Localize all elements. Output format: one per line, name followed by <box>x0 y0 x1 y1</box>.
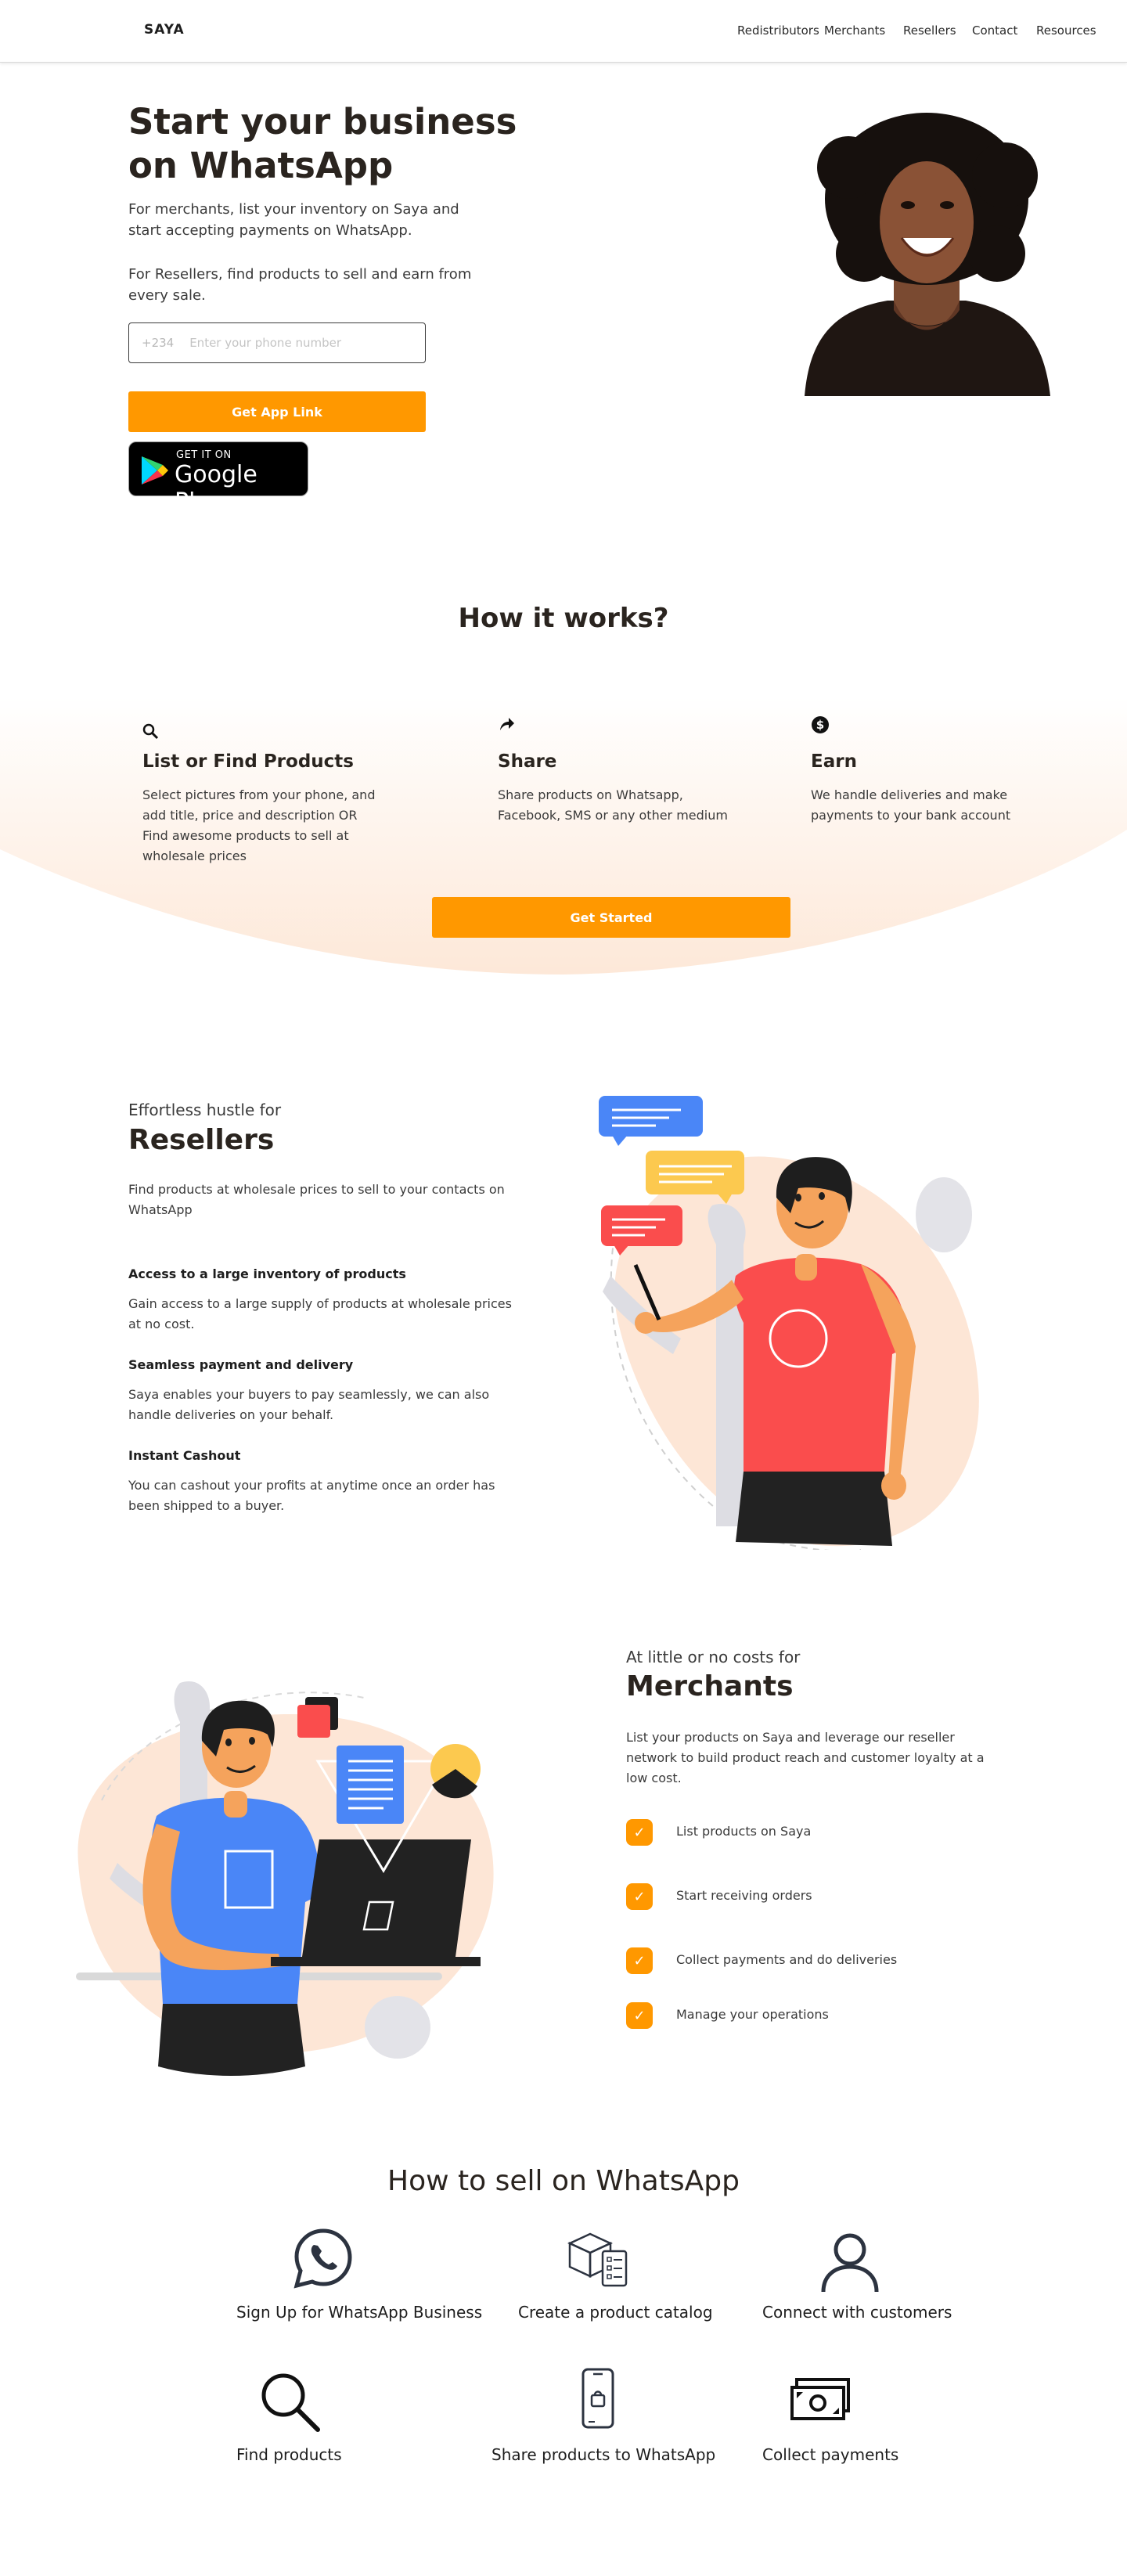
country-code: +234 <box>142 336 175 350</box>
checklist-item-manage-operations: Manage your operations <box>676 2007 829 2022</box>
get-started-button[interactable]: Get Started <box>432 897 790 938</box>
phone-field[interactable]: +234 <box>128 322 426 363</box>
check-icon: ✓ <box>626 1947 653 1974</box>
whatsapp-icon <box>293 2228 352 2289</box>
sell-label-find: Find products <box>236 2445 342 2464</box>
merchant-illustration <box>76 1681 494 2076</box>
brand-logo[interactable]: SAYA <box>144 22 185 38</box>
merchants-intro: List your products on Saya and leverage … <box>626 1730 985 1785</box>
nav-resellers[interactable]: Resellers <box>903 23 956 38</box>
nav-contact[interactable]: Contact <box>972 23 1017 38</box>
merchants-title: Merchants <box>626 1670 794 1702</box>
nav-resources[interactable]: Resources <box>1036 23 1096 38</box>
share-arrow-icon <box>498 715 515 737</box>
reseller-illustration <box>599 1096 979 1550</box>
hero-woman-photo <box>805 113 1050 396</box>
search-icon <box>142 723 160 744</box>
step-text-share: Share products on Whatsapp, Facebook, SM… <box>498 787 728 823</box>
step-title-earn: Earn <box>811 751 857 772</box>
svg-text:$: $ <box>816 718 824 732</box>
feature-title-payment: Seamless payment and delivery <box>128 1357 354 1372</box>
google-play-icon <box>142 456 168 485</box>
how-to-sell-title: How to sell on WhatsApp <box>387 2165 740 2197</box>
checklist-item-collect-payments: Collect payments and do deliveries <box>676 1952 898 1967</box>
user-icon <box>821 2233 879 2293</box>
catalog-box-icon <box>567 2232 628 2287</box>
feature-title-cashout: Instant Cashout <box>128 1448 241 1463</box>
feature-text-inventory: Gain access to a large supply of product… <box>128 1296 512 1331</box>
sell-label-connect: Connect with customers <box>762 2303 952 2322</box>
resellers-title: Resellers <box>128 1124 275 1156</box>
google-play-badge[interactable]: GET IT ON Google Play <box>128 441 308 516</box>
checklist-item-list-products: List products on Saya <box>676 1824 812 1839</box>
checklist-item-receive-orders: Start receiving orders <box>676 1888 812 1903</box>
step-title-share: Share <box>498 751 557 772</box>
cash-icon <box>790 2378 850 2420</box>
resellers-eyebrow: Effortless hustle for <box>128 1101 282 1119</box>
sell-label-signup: Sign Up for WhatsApp Business <box>236 2303 483 2322</box>
get-app-link-button[interactable]: Get App Link <box>128 391 426 432</box>
gplay-big-text: Google Play <box>175 461 257 516</box>
feature-text-payment: Saya enables your buyers to pay seamless… <box>128 1387 490 1422</box>
phone-input[interactable] <box>189 336 378 350</box>
feature-title-inventory: Access to a large inventory of products <box>128 1266 406 1281</box>
sell-label-collect: Collect payments <box>762 2445 899 2464</box>
feature-text-cashout: You can cashout your profits at anytime … <box>128 1478 495 1513</box>
step-text-earn: We handle deliveries and make payments t… <box>811 787 1011 823</box>
site-header: SAYA Redistributors Merchants Resellers … <box>0 0 1127 63</box>
smartphone-bag-icon <box>582 2368 614 2429</box>
nav-merchants[interactable]: Merchants <box>824 23 885 38</box>
dollar-coin-icon: $ <box>811 715 830 738</box>
magnifier-icon <box>261 2373 320 2432</box>
step-title-list: List or Find Products <box>142 751 354 772</box>
hero-merchants-text: For merchants, list your inventory on Sa… <box>128 201 459 239</box>
sell-label-catalog: Create a product catalog <box>518 2303 713 2322</box>
check-icon: ✓ <box>626 1819 653 1846</box>
step-text-list: Select pictures from your phone, and add… <box>142 787 376 863</box>
sell-label-share: Share products to WhatsApp <box>491 2445 716 2464</box>
resellers-intro: Find products at wholesale prices to sel… <box>128 1182 505 1217</box>
hero-title: Start your business on WhatsApp <box>128 101 517 186</box>
check-icon: ✓ <box>626 2002 653 2029</box>
merchants-eyebrow: At little or no costs for <box>626 1648 801 1666</box>
nav-redistributors[interactable]: Redistributors <box>737 23 819 38</box>
gplay-small-text: GET IT ON <box>176 449 232 461</box>
how-it-works-title: How it works? <box>458 603 669 634</box>
check-icon: ✓ <box>626 1883 653 1910</box>
hero-resellers-text: For Resellers, find products to sell and… <box>128 266 472 304</box>
